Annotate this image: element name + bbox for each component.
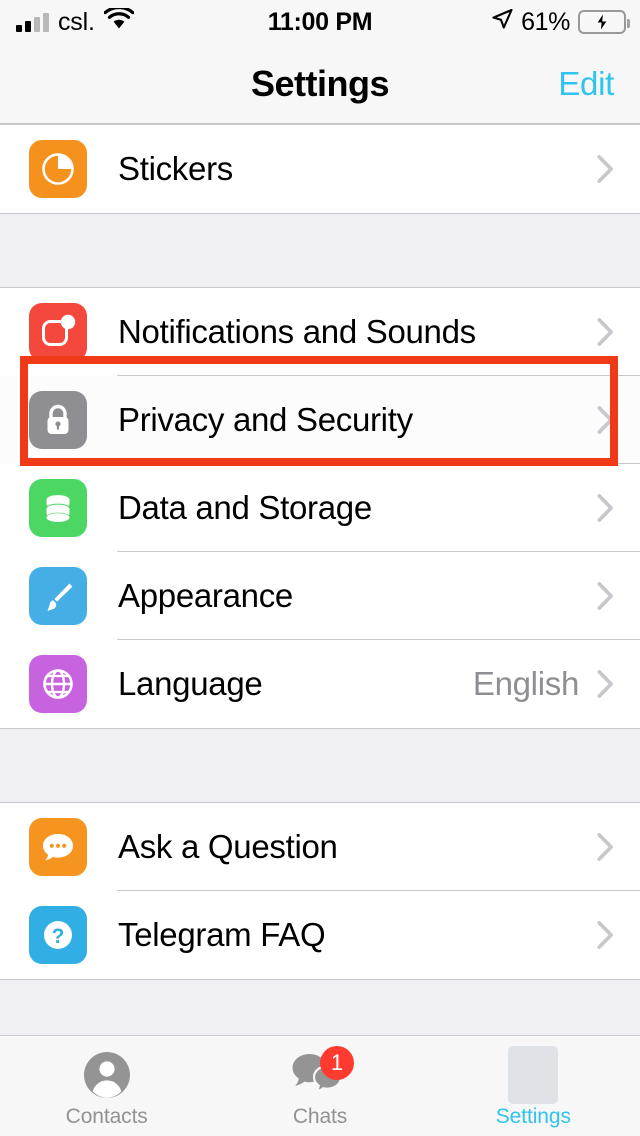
tab-label: Chats [292, 1104, 348, 1128]
status-bar-clock: 11:00 PM [267, 7, 373, 36]
chat-bubbles-icon: 1 [289, 1045, 354, 1100]
tab-chats[interactable]: 1 Chats [213, 1036, 426, 1136]
settings-group-help: Ask a Question ? Telegram FAQ [0, 802, 640, 980]
tab-bar[interactable]: Contacts 1 Chats Settings [0, 1035, 640, 1136]
location-arrow-icon [491, 8, 513, 37]
chevron-right-icon [597, 670, 614, 698]
section-gap-2 [0, 729, 640, 802]
navigation-bar: Settings Edit [0, 44, 640, 124]
settings-row-ask-a-question[interactable]: Ask a Question [0, 803, 640, 891]
settings-row-label: Telegram FAQ [118, 916, 326, 953]
settings-row-telegram-faq[interactable]: ? Telegram FAQ [0, 891, 640, 979]
settings-row-privacy-and-security[interactable]: Privacy and Security [0, 376, 640, 464]
settings-group-stickers: Stickers [0, 124, 640, 214]
chevron-right-icon [597, 582, 614, 610]
sticker-icon [29, 140, 87, 198]
settings-row-label: Privacy and Security [118, 401, 413, 438]
section-gap-1 [0, 214, 640, 287]
svg-text:?: ? [52, 925, 65, 948]
battery-icon [578, 10, 630, 34]
settings-row-label: Appearance [118, 577, 293, 614]
tab-contacts[interactable]: Contacts [0, 1036, 213, 1136]
settings-row-data-and-storage[interactable]: Data and Storage [0, 464, 640, 552]
settings-row-notifications[interactable]: Notifications and Sounds [0, 288, 640, 376]
tab-settings[interactable]: Settings [427, 1036, 640, 1136]
paintbrush-icon [29, 567, 87, 625]
settings-row-label: Data and Storage [118, 489, 372, 526]
person-circle-icon [82, 1050, 132, 1100]
notification-bubble-icon [29, 303, 87, 361]
edit-button[interactable]: Edit [558, 44, 614, 123]
status-bar-right: 61% [491, 0, 630, 44]
settings-placeholder-icon [508, 1045, 559, 1104]
chevron-right-icon [597, 921, 614, 949]
settings-row-language[interactable]: Language English [0, 640, 640, 728]
chevron-right-icon [597, 494, 614, 522]
charging-bolt-icon [595, 12, 609, 32]
chats-unread-badge: 1 [319, 1045, 354, 1080]
tab-label: Settings [495, 1104, 571, 1128]
language-value: English [472, 665, 579, 702]
tab-label: Contacts [65, 1104, 148, 1128]
settings-row-label: Ask a Question [118, 828, 338, 865]
lock-icon [29, 391, 87, 449]
chevron-right-icon [597, 155, 614, 183]
telegram-settings-screen: csl. 11:00 PM 61% Settings Edit Stickers… [0, 0, 640, 1136]
chevron-right-icon [597, 318, 614, 346]
question-circle-icon: ? [29, 906, 87, 964]
database-icon [29, 479, 87, 537]
settings-row-appearance[interactable]: Appearance [0, 552, 640, 640]
settings-group-main: Notifications and Sounds Privacy and Sec [0, 287, 640, 729]
globe-icon [29, 655, 87, 713]
chevron-right-icon [597, 833, 614, 861]
chat-dots-icon [29, 818, 87, 876]
settings-list[interactable]: Stickers Notifications and Sounds Privac… [0, 124, 640, 1049]
settings-row-label: Notifications and Sounds [118, 313, 476, 350]
page-title: Settings [250, 62, 390, 104]
settings-row-stickers[interactable]: Stickers [0, 125, 640, 213]
settings-row-label: Language [118, 665, 263, 702]
settings-row-label: Stickers [118, 150, 233, 187]
chevron-right-icon [597, 406, 614, 434]
status-bar: csl. 11:00 PM 61% [0, 0, 640, 44]
battery-percent-label: 61% [521, 7, 570, 36]
